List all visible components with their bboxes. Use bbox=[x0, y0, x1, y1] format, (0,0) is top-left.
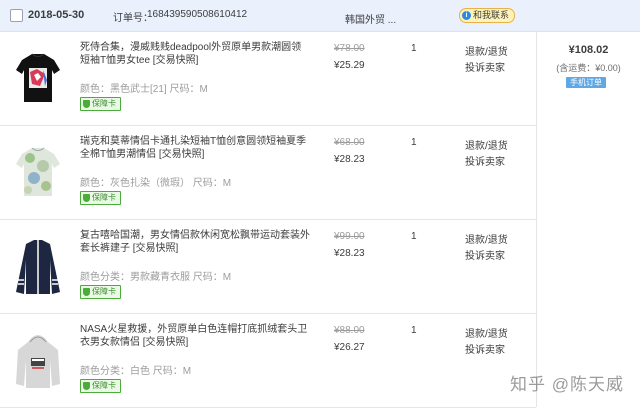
guarantee-label: 保障卡 bbox=[92, 381, 116, 390]
guarantee-badge[interactable]: 保障卡 bbox=[80, 285, 121, 299]
product-attributes: 颜色：黑色武士[21] 尺码：M bbox=[80, 84, 208, 95]
original-price: ¥68.00 bbox=[334, 137, 365, 148]
original-price: ¥78.00 bbox=[334, 43, 365, 54]
quantity: 1 bbox=[411, 137, 417, 148]
shield-icon bbox=[83, 194, 90, 202]
product-thumbnail[interactable] bbox=[10, 42, 66, 116]
paid-price: ¥28.23 bbox=[334, 248, 365, 259]
product-thumbnail[interactable] bbox=[10, 230, 66, 304]
refund-return-link[interactable]: 退款/退货 bbox=[465, 137, 508, 152]
original-price: ¥99.00 bbox=[334, 231, 365, 242]
product-thumbnail[interactable] bbox=[10, 136, 66, 210]
watermark: 知乎 @陈天威 bbox=[510, 375, 624, 394]
guarantee-badge[interactable]: 保障卡 bbox=[80, 191, 121, 205]
order-card: 2018-05-30 订单号： 168439590508610412 韩国外贸 … bbox=[0, 0, 640, 408]
contact-seller-label: 和我联系 bbox=[473, 10, 510, 20]
guarantee-label: 保障卡 bbox=[92, 287, 116, 296]
paid-price: ¥25.29 bbox=[334, 60, 365, 71]
product-title-link[interactable]: NASA火星救援，外贸原单白色连帽打底抓绒套头卫衣男女款情侣 [交易快照] bbox=[80, 323, 310, 349]
shipping-fee-note: (含运费：¥0.00) bbox=[556, 63, 621, 73]
shield-icon bbox=[83, 288, 90, 296]
original-price: ¥88.00 bbox=[334, 325, 365, 336]
guarantee-label: 保障卡 bbox=[92, 193, 116, 202]
product-attributes: 颜色分类：白色 尺码：M bbox=[80, 366, 192, 377]
select-order-checkbox[interactable] bbox=[10, 9, 23, 22]
product-title-link[interactable]: 死侍合集，漫威贱贱deadpool外贸原单男款潮圆领短袖T恤男女tee [交易快… bbox=[80, 41, 310, 67]
complain-seller-link[interactable]: 投诉卖家 bbox=[465, 153, 505, 168]
refund-return-link[interactable]: 退款/退货 bbox=[465, 231, 508, 246]
quantity: 1 bbox=[411, 231, 417, 242]
quantity: 1 bbox=[411, 325, 417, 336]
guarantee-label: 保障卡 bbox=[92, 99, 116, 108]
shield-icon bbox=[83, 382, 90, 390]
order-item-row: 复古嘻哈国潮，男女情侣款休闲宽松飘带运动套装外套长裤建子 [交易快照] 颜色分类… bbox=[0, 220, 536, 314]
order-item-row: NASA火星救援，外贸原单白色连帽打底抓绒套头卫衣男女款情侣 [交易快照] 颜色… bbox=[0, 314, 536, 408]
guarantee-badge[interactable]: 保障卡 bbox=[80, 379, 121, 393]
refund-return-link[interactable]: 退款/退货 bbox=[465, 43, 508, 58]
product-title-link[interactable]: 瑞克和莫蒂情侣卡通扎染短袖T恤创意圆领短袖夏季全棉T恤男潮情侣 [交易快照] bbox=[80, 135, 310, 161]
order-date: 2018-05-30 bbox=[28, 9, 85, 21]
quantity: 1 bbox=[411, 43, 417, 54]
product-attributes: 颜色分类：男款藏青衣服 尺码：M bbox=[80, 272, 232, 283]
paid-price: ¥28.23 bbox=[334, 154, 365, 165]
refund-return-link[interactable]: 退款/退货 bbox=[465, 325, 508, 340]
order-total-cell: ¥108.02 (含运费：¥0.00) 手机订单 bbox=[537, 32, 640, 125]
mobile-order-badge: 手机订单 bbox=[566, 77, 606, 88]
paid-price: ¥26.27 bbox=[334, 342, 365, 353]
complain-seller-link[interactable]: 投诉卖家 bbox=[465, 59, 505, 74]
shield-icon bbox=[83, 100, 90, 108]
order-item-row: 瑞克和莫蒂情侣卡通扎染短袖T恤创意圆领短袖夏季全棉T恤男潮情侣 [交易快照] 颜… bbox=[0, 126, 536, 220]
complain-seller-link[interactable]: 投诉卖家 bbox=[465, 341, 505, 356]
guarantee-badge[interactable]: 保障卡 bbox=[80, 97, 121, 111]
contact-seller-button[interactable]: i 和我联系 bbox=[459, 8, 516, 23]
order-header: 2018-05-30 订单号： 168439590508610412 韩国外贸 … bbox=[0, 0, 640, 32]
product-title-link[interactable]: 复古嘻哈国潮，男女情侣款休闲宽松飘带运动套装外套长裤建子 [交易快照] bbox=[80, 229, 310, 255]
order-number: 168439590508610412 bbox=[147, 9, 248, 20]
product-thumbnail[interactable] bbox=[10, 324, 66, 398]
order-total-amount: ¥108.02 bbox=[568, 44, 609, 56]
chat-bubble-icon: i bbox=[462, 11, 471, 20]
product-attributes: 颜色：灰色扎染（微瑕） 尺码：M bbox=[80, 178, 232, 189]
complain-seller-link[interactable]: 投诉卖家 bbox=[465, 247, 505, 262]
order-items: 死侍合集，漫威贱贱deadpool外贸原单男款潮圆领短袖T恤男女tee [交易快… bbox=[0, 32, 536, 408]
order-item-row: 死侍合集，漫威贱贱deadpool外贸原单男款潮圆领短袖T恤男女tee [交易快… bbox=[0, 32, 536, 126]
shop-name-link[interactable]: 韩国外贸 ... bbox=[345, 11, 396, 26]
